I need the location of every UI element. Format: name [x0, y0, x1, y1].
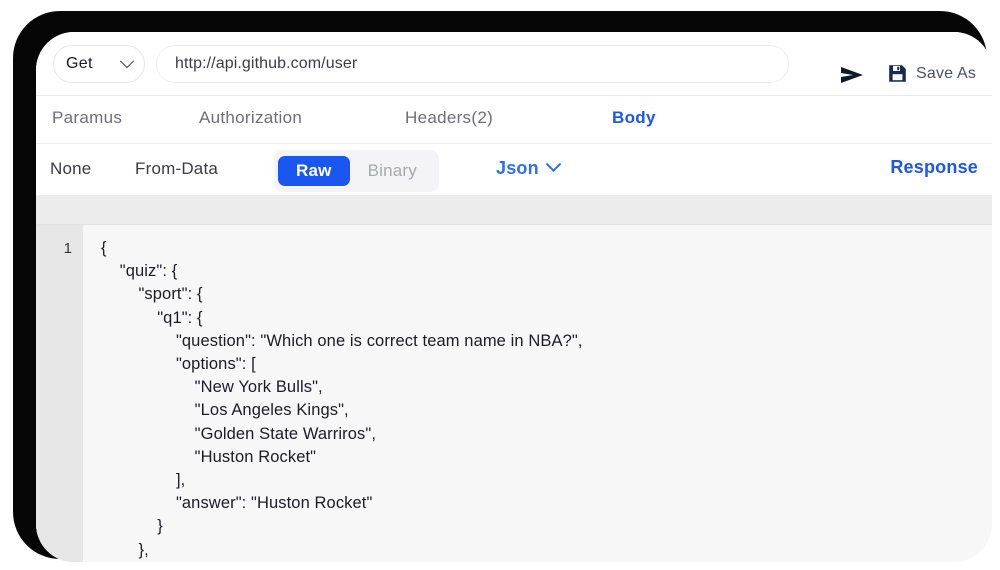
body-type-form-data[interactable]: From-Data: [135, 159, 218, 179]
chevron-down-icon: [120, 54, 134, 68]
url-input[interactable]: http://api.github.com/user: [156, 45, 789, 83]
http-method-label: Get: [66, 55, 122, 73]
tab-body[interactable]: Body: [612, 108, 656, 128]
device-bezel: Get http://api.github.com/user Save As: [14, 12, 986, 558]
code-line: "question": "Which one is correct team n…: [101, 330, 992, 353]
send-icon: [839, 64, 867, 86]
code-line: ],: [101, 469, 992, 492]
tab-paramus[interactable]: Paramus: [52, 108, 122, 128]
request-toolbar: Get http://api.github.com/user Save As: [36, 32, 992, 96]
code-line: "sport": {: [101, 283, 992, 306]
raw-binary-segmented-control: Raw Binary: [274, 150, 439, 192]
send-button[interactable]: [839, 64, 867, 86]
editor-code-content[interactable]: { "quiz": { "sport": { "q1": { "question…: [83, 225, 992, 562]
request-tabs: Paramus Authorization Headers(2) Body: [36, 96, 992, 144]
app-screen: Get http://api.github.com/user Save As: [36, 32, 992, 562]
line-number: 1: [36, 237, 83, 260]
body-type-none[interactable]: None: [50, 159, 91, 179]
save-as-label: Save As: [916, 65, 976, 83]
editor-line-number-gutter: 1: [36, 225, 83, 562]
tab-authorization[interactable]: Authorization: [199, 108, 302, 128]
floppy-disk-icon: [888, 64, 907, 83]
save-as-button[interactable]: Save As: [888, 64, 976, 83]
code-line: "Los Angeles Kings",: [101, 399, 992, 422]
chevron-down-icon: [546, 156, 562, 172]
content-format-label: Json: [496, 158, 539, 179]
code-line: },: [101, 539, 992, 562]
url-input-value: http://api.github.com/user: [175, 55, 357, 73]
body-type-toolbar: None From-Data Raw Binary Json Response: [36, 144, 992, 195]
code-line: "quiz": {: [101, 260, 992, 283]
code-line: }: [101, 515, 992, 538]
tab-headers[interactable]: Headers(2): [405, 108, 493, 128]
code-line: "Golden State Warriros",: [101, 423, 992, 446]
code-line: "New York Bulls",: [101, 376, 992, 399]
segment-binary[interactable]: Binary: [350, 156, 435, 186]
editor-divider-band: [36, 195, 992, 225]
code-line: "Huston Rocket": [101, 446, 992, 469]
content-format-select[interactable]: Json: [496, 158, 559, 179]
json-body-editor[interactable]: 1 { "quiz": { "sport": { "q1": { "questi…: [36, 225, 992, 562]
http-method-select[interactable]: Get: [53, 45, 145, 83]
code-line: "options": [: [101, 353, 992, 376]
segment-raw[interactable]: Raw: [278, 156, 350, 186]
code-line: {: [101, 237, 992, 260]
code-line: "q1": {: [101, 307, 992, 330]
code-line: "answer": "Huston Rocket": [101, 492, 992, 515]
response-button[interactable]: Response: [890, 157, 978, 178]
